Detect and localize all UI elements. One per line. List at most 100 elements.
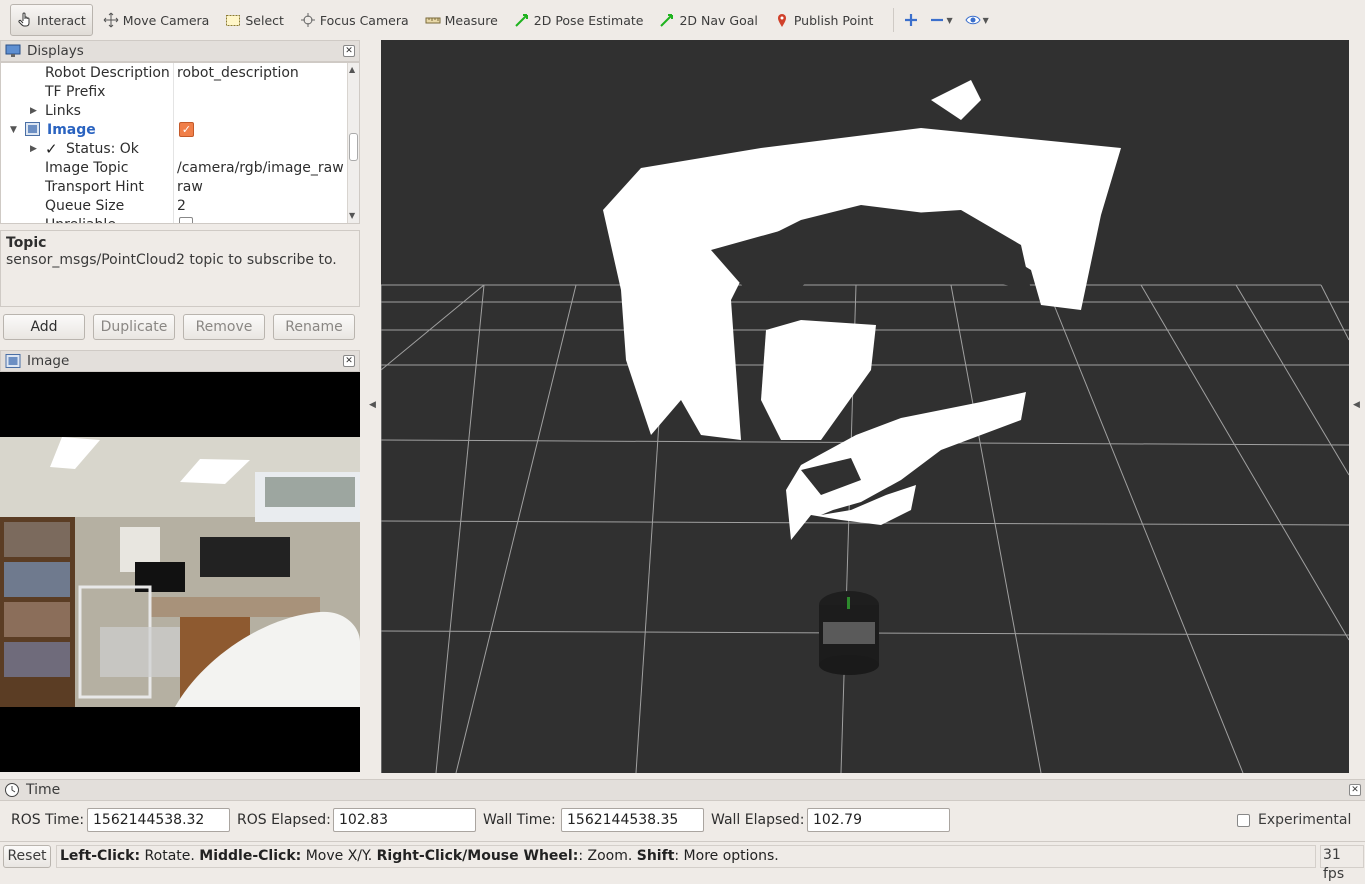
- fps-counter: 31 fps: [1320, 845, 1364, 882]
- rename-button[interactable]: Rename: [273, 314, 355, 340]
- wall-elapsed-field[interactable]: 102.79: [807, 808, 950, 832]
- property-help-box: Topic sensor_msgs/PointCloud2 topic to s…: [0, 230, 360, 307]
- property-value[interactable]: 2: [177, 198, 186, 214]
- publish-point-label: Publish Point: [793, 12, 874, 28]
- tree-row-tf-prefix[interactable]: TF Prefix: [1, 82, 347, 101]
- ros-elapsed-label: ROS Elapsed:: [237, 812, 331, 828]
- remove-button[interactable]: Remove: [183, 314, 265, 340]
- experimental-label: Experimental: [1258, 812, 1352, 828]
- tree-row-robot-description[interactable]: Robot Description robot_description: [1, 63, 347, 82]
- reset-button[interactable]: Reset: [3, 845, 51, 868]
- close-icon[interactable]: ✕: [343, 355, 355, 367]
- tree-row-image-topic[interactable]: Image Topic /camera/rgb/image_raw: [1, 158, 347, 177]
- crosshair-icon: [300, 13, 315, 27]
- scroll-down-icon[interactable]: ▼: [349, 211, 355, 220]
- hand-pointer-icon: [18, 12, 30, 27]
- interact-tool-button[interactable]: Interact: [10, 4, 93, 36]
- chevron-down-icon: ▼: [946, 15, 953, 25]
- add-tool-button[interactable]: [904, 13, 918, 27]
- time-panel-header: Time ✕: [0, 779, 1365, 801]
- tree-row-links[interactable]: ▶ Links: [1, 101, 347, 120]
- 3d-render-viewport[interactable]: [381, 40, 1349, 773]
- property-name: Transport Hint: [45, 178, 144, 195]
- publish-point-tool-button[interactable]: Publish Point: [768, 4, 880, 36]
- image-panel-header: Image ✕: [0, 350, 360, 372]
- time-panel-title: Time: [26, 782, 61, 798]
- plus-icon: [905, 14, 918, 26]
- property-value[interactable]: /camera/rgb/image_raw: [177, 160, 344, 176]
- tree-row-transport-hint[interactable]: Transport Hint raw: [1, 177, 347, 196]
- tree-row-image-display[interactable]: ▼ Image ✓: [1, 120, 347, 139]
- add-button[interactable]: Add: [3, 314, 85, 340]
- image-display-icon: [25, 122, 40, 136]
- experimental-checkbox-row[interactable]: Experimental: [1237, 812, 1351, 828]
- displays-panel-title: Displays: [27, 43, 84, 59]
- hint-key: Left-Click:: [60, 848, 141, 864]
- focus-camera-tool-button[interactable]: Focus Camera: [294, 4, 415, 36]
- ros-time-field[interactable]: 1562144538.32: [87, 808, 230, 832]
- property-name: Image Topic: [45, 159, 129, 176]
- scrollbar-thumb[interactable]: [349, 133, 358, 161]
- monitor-icon: [5, 44, 21, 57]
- robot-model: [819, 591, 879, 675]
- expand-arrow-icon[interactable]: ▶: [30, 144, 37, 154]
- view-tool-menu[interactable]: ▼: [965, 13, 989, 27]
- remove-tool-menu[interactable]: ▼: [930, 13, 953, 27]
- scroll-up-icon[interactable]: ▲: [349, 65, 355, 74]
- focus-camera-label: Focus Camera: [319, 12, 409, 28]
- status-bar: Reset Left-Click: Rotate. Middle-Click: …: [0, 841, 1365, 882]
- camera-image: [0, 372, 360, 772]
- property-name: Status: Ok: [66, 140, 139, 157]
- 3d-scene: [381, 40, 1349, 773]
- property-name: Queue Size: [45, 197, 125, 214]
- experimental-checkbox[interactable]: [1237, 813, 1250, 827]
- tree-row-unreliable[interactable]: Unreliable: [1, 215, 347, 223]
- hint-key: Right-Click/Mouse Wheel:: [376, 848, 579, 864]
- displays-panel-header: Displays ✕: [0, 40, 360, 62]
- measure-label: Measure: [444, 12, 498, 28]
- hint-desc: Rotate.: [140, 848, 200, 864]
- 2d-nav-goal-label: 2D Nav Goal: [679, 12, 758, 28]
- minus-icon: [931, 18, 944, 22]
- expand-arrow-icon[interactable]: ▶: [30, 106, 37, 116]
- close-icon[interactable]: ✕: [343, 45, 355, 57]
- hint-desc: : More options.: [674, 848, 779, 864]
- property-value[interactable]: robot_description: [177, 65, 299, 81]
- image-enabled-checkbox[interactable]: ✓: [179, 122, 194, 137]
- 2d-pose-estimate-label: 2D Pose Estimate: [533, 12, 644, 28]
- 2d-pose-estimate-tool-button[interactable]: 2D Pose Estimate: [508, 4, 650, 36]
- unreliable-checkbox[interactable]: [179, 217, 193, 223]
- tree-row-queue-size[interactable]: Queue Size 2: [1, 196, 347, 215]
- chevron-left-icon: ◀: [369, 400, 376, 410]
- wall-elapsed-label: Wall Elapsed:: [711, 812, 805, 828]
- property-name: TF Prefix: [45, 83, 106, 100]
- image-panel-title: Image: [27, 353, 70, 369]
- hint-desc: : Zoom.: [578, 848, 637, 864]
- 2d-nav-goal-tool-button[interactable]: 2D Nav Goal: [653, 4, 763, 36]
- left-panel-collapse-handle[interactable]: ◀: [362, 40, 382, 773]
- move-arrows-icon: [103, 12, 119, 28]
- select-tool-button[interactable]: Select: [219, 4, 290, 36]
- image-display-icon: [5, 354, 21, 368]
- property-value[interactable]: raw: [177, 179, 203, 195]
- displays-scrollbar[interactable]: ▲ ▼: [347, 63, 359, 223]
- select-label: Select: [245, 12, 284, 28]
- displays-tree[interactable]: Robot Description robot_description TF P…: [0, 62, 360, 224]
- close-icon[interactable]: ✕: [1349, 784, 1361, 796]
- property-name: Links: [45, 102, 81, 119]
- wall-time-field[interactable]: 1562144538.35: [561, 808, 704, 832]
- green-arrow-icon: [515, 14, 528, 27]
- map-pin-icon: [777, 14, 786, 27]
- clock-icon: [5, 783, 19, 797]
- hint-key: Middle-Click:: [199, 848, 302, 864]
- tree-row-status[interactable]: ▶ ✓ Status: Ok: [1, 139, 347, 158]
- eye-icon: [965, 15, 981, 25]
- toolbar: Interact Move Camera Select Focus Camera…: [0, 0, 1365, 40]
- ros-elapsed-field[interactable]: 102.83: [333, 808, 476, 832]
- move-camera-tool-button[interactable]: Move Camera: [97, 4, 216, 36]
- chevron-down-icon: ▼: [982, 15, 989, 25]
- duplicate-button[interactable]: Duplicate: [93, 314, 175, 340]
- measure-tool-button[interactable]: Measure: [419, 4, 504, 36]
- right-panel-collapse-handle[interactable]: ◀: [1349, 40, 1365, 773]
- collapse-arrow-icon[interactable]: ▼: [10, 125, 17, 135]
